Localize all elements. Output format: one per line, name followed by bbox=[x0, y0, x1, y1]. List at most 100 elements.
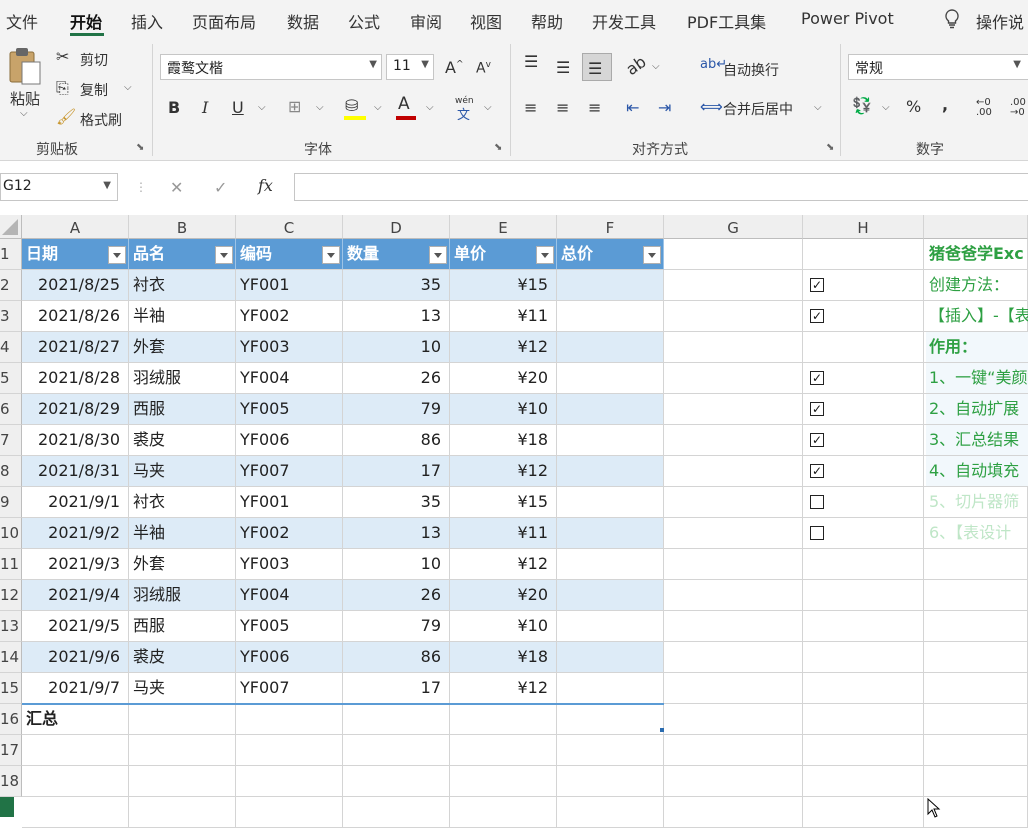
filter-dropdown-icon[interactable] bbox=[429, 246, 447, 264]
tab-data[interactable]: 数据 bbox=[287, 9, 319, 33]
cell[interactable] bbox=[664, 611, 803, 642]
borders-icon[interactable]: ⊞ bbox=[288, 97, 301, 116]
accounting-dropdown-icon[interactable]: ⌵ bbox=[882, 102, 890, 113]
increase-decimal-icon[interactable]: ←0.00 bbox=[976, 98, 992, 118]
table-cell[interactable] bbox=[557, 673, 664, 704]
tab-page-layout[interactable]: 页面布局 bbox=[192, 9, 256, 33]
cell[interactable] bbox=[450, 735, 557, 766]
total-row-cell[interactable] bbox=[343, 704, 450, 735]
align-top-icon[interactable]: ☰ bbox=[524, 52, 538, 71]
table-cell[interactable]: YF003 bbox=[236, 332, 343, 363]
tab-power-pivot[interactable]: Power Pivot bbox=[801, 9, 894, 28]
cell[interactable] bbox=[664, 301, 803, 332]
table-cell[interactable]: 86 bbox=[343, 425, 450, 456]
row-header-13[interactable]: 13 bbox=[0, 611, 22, 642]
cell[interactable] bbox=[664, 239, 803, 270]
table-header-cell[interactable]: 编码 bbox=[236, 239, 343, 270]
row-header-19[interactable] bbox=[0, 797, 14, 817]
table-cell[interactable]: ¥10 bbox=[450, 611, 557, 642]
table-cell[interactable]: YF006 bbox=[236, 642, 343, 673]
cell[interactable] bbox=[236, 735, 343, 766]
cell[interactable] bbox=[22, 797, 129, 828]
comma-style-button[interactable]: , bbox=[942, 95, 948, 114]
filter-dropdown-icon[interactable] bbox=[643, 246, 661, 264]
table-cell[interactable]: 79 bbox=[343, 394, 450, 425]
cell[interactable] bbox=[236, 797, 343, 828]
tab-pdf-tools[interactable]: PDF工具集 bbox=[687, 9, 766, 33]
tab-insert[interactable]: 插入 bbox=[131, 9, 163, 33]
cell[interactable] bbox=[924, 766, 1028, 797]
confirm-edit-icon[interactable]: ✓ bbox=[214, 178, 227, 197]
cell[interactable] bbox=[924, 580, 1028, 611]
underline-button[interactable]: U bbox=[232, 98, 244, 117]
row-header-14[interactable]: 14 bbox=[0, 642, 22, 673]
table-cell[interactable]: 2021/8/30 bbox=[22, 425, 129, 456]
align-left-icon[interactable]: ≡ bbox=[524, 98, 537, 117]
align-right-icon[interactable]: ≡ bbox=[588, 98, 601, 117]
row-header-7[interactable]: 7 bbox=[0, 425, 22, 456]
table-cell[interactable] bbox=[557, 549, 664, 580]
font-size-select[interactable]: 11 ▼ bbox=[386, 54, 434, 80]
table-cell[interactable]: 13 bbox=[343, 301, 450, 332]
cell[interactable] bbox=[664, 549, 803, 580]
cell[interactable] bbox=[803, 704, 924, 735]
table-cell[interactable]: 马夹 bbox=[129, 673, 236, 704]
table-cell[interactable] bbox=[557, 518, 664, 549]
cell[interactable] bbox=[803, 673, 924, 704]
table-cell[interactable]: 13 bbox=[343, 518, 450, 549]
cell[interactable] bbox=[803, 549, 924, 580]
table-cell[interactable]: ¥10 bbox=[450, 394, 557, 425]
table-cell[interactable]: 羽绒服 bbox=[129, 363, 236, 394]
cell[interactable] bbox=[664, 332, 803, 363]
total-row-cell[interactable] bbox=[129, 704, 236, 735]
tab-file[interactable]: 文件 bbox=[6, 9, 38, 33]
table-cell[interactable]: ¥15 bbox=[450, 487, 557, 518]
row-header-2[interactable]: 2 bbox=[0, 270, 22, 301]
column-header-b[interactable]: B bbox=[129, 215, 236, 239]
increase-font-icon[interactable]: A^ bbox=[445, 58, 464, 77]
table-cell[interactable]: YF005 bbox=[236, 611, 343, 642]
table-cell[interactable]: 半袖 bbox=[129, 301, 236, 332]
row-header-11[interactable]: 11 bbox=[0, 549, 22, 580]
cell[interactable] bbox=[924, 642, 1028, 673]
row-header-1[interactable]: 1 bbox=[0, 239, 22, 270]
filter-dropdown-icon[interactable] bbox=[215, 246, 233, 264]
tab-developer[interactable]: 开发工具 bbox=[592, 9, 656, 33]
row-header-16[interactable]: 16 bbox=[0, 704, 22, 735]
alignment-launcher-icon[interactable]: ⬊ bbox=[826, 142, 834, 153]
cell[interactable] bbox=[557, 766, 664, 797]
copy-button[interactable]: 复制 bbox=[80, 80, 108, 100]
checkbox-checked[interactable]: ✓ bbox=[810, 464, 824, 478]
cell[interactable] bbox=[557, 797, 664, 828]
row-header-3[interactable]: 3 bbox=[0, 301, 22, 332]
checkbox-checked[interactable]: ✓ bbox=[810, 371, 824, 385]
cell[interactable] bbox=[924, 611, 1028, 642]
cell[interactable] bbox=[664, 270, 803, 301]
table-cell[interactable]: ¥15 bbox=[450, 270, 557, 301]
italic-button[interactable]: I bbox=[202, 98, 208, 117]
cell[interactable] bbox=[924, 704, 1028, 735]
table-cell[interactable]: ¥12 bbox=[450, 673, 557, 704]
table-cell[interactable]: 半袖 bbox=[129, 518, 236, 549]
bold-button[interactable]: B bbox=[168, 98, 180, 117]
cell[interactable] bbox=[664, 456, 803, 487]
cell[interactable] bbox=[803, 735, 924, 766]
table-cell[interactable]: ¥18 bbox=[450, 642, 557, 673]
table-cell[interactable]: 10 bbox=[343, 549, 450, 580]
font-launcher-icon[interactable]: ⬊ bbox=[494, 142, 502, 153]
table-cell[interactable] bbox=[557, 394, 664, 425]
table-cell[interactable]: 2021/9/1 bbox=[22, 487, 129, 518]
format-painter-button[interactable]: 格式刷 bbox=[80, 110, 122, 130]
align-middle-icon[interactable]: ☰ bbox=[556, 58, 570, 77]
cell[interactable] bbox=[664, 580, 803, 611]
cell[interactable] bbox=[924, 735, 1028, 766]
table-cell[interactable]: YF003 bbox=[236, 549, 343, 580]
cell[interactable] bbox=[450, 797, 557, 828]
row-header-4[interactable]: 4 bbox=[0, 332, 22, 363]
paste-dropdown-icon[interactable]: ⌵ bbox=[20, 108, 28, 119]
merge-center-button[interactable]: 合并后居中 bbox=[723, 99, 793, 119]
merge-dropdown-icon[interactable]: ⌵ bbox=[814, 102, 822, 113]
tab-review[interactable]: 审阅 bbox=[410, 9, 442, 33]
cell[interactable] bbox=[664, 704, 803, 735]
row-header-8[interactable]: 8 bbox=[0, 456, 22, 487]
